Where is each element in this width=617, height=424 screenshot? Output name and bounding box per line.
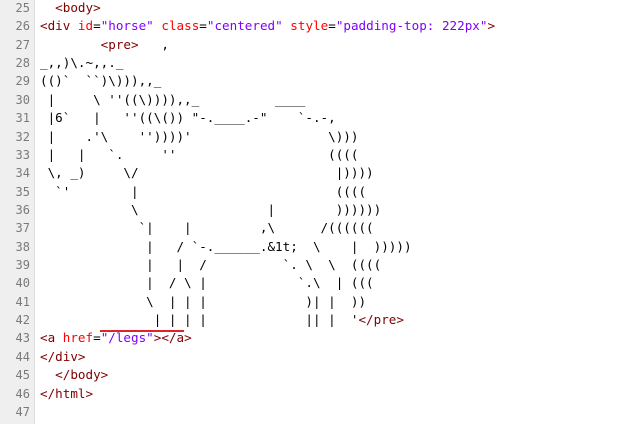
line-number: 26 (15, 19, 30, 34)
code-token-tag: </pre> (358, 312, 404, 328)
line-text: (()` ``)\))),,_ (40, 72, 161, 90)
line-text: \, _) \/ |)))) (40, 164, 374, 182)
code-token-tag: <body> (40, 0, 101, 15)
line-text: <div id="horse" class="centered" style="… (40, 17, 495, 35)
code-token-attr: style (290, 18, 329, 34)
code-token-tag: </div> (40, 348, 86, 364)
line-text: <pre> , (40, 36, 169, 54)
line-text: | | | | || | '</pre> (40, 311, 404, 329)
line-number: 38 (15, 239, 30, 254)
code-token-attr: class (161, 18, 200, 34)
line-text: </html> (40, 385, 93, 403)
code-token-tag: </html> (40, 385, 94, 401)
code-token-art: |6` | ''((\()) "-.____.-" `-.-, (40, 110, 336, 126)
line-text: `' | (((( (40, 183, 366, 201)
code-token-art: | / \ | `.\ | ((( (40, 275, 374, 291)
line-text: | .'\ ''))))' \))) (40, 128, 359, 146)
code-token-art: | .'\ ''))))' \))) (40, 128, 359, 144)
line-number: 46 (15, 386, 30, 401)
code-token-tag: <pre> (100, 36, 139, 52)
code-token-plain: = (199, 18, 207, 34)
line-text: `| | ,\ /(((((( (40, 219, 374, 237)
code-token-art: `| | ,\ /(((((( (40, 220, 374, 236)
line-text: | | `. '' (((( (40, 146, 359, 164)
line-number: 25 (15, 1, 30, 15)
code-token-attr: href (62, 330, 94, 346)
code-token-art: (()` ``)\))),,_ (40, 73, 162, 89)
code-token-art: \ | )))))) (40, 201, 382, 217)
code-token-plain: = (328, 18, 336, 34)
line-text: | / \ | `.\ | ((( (40, 274, 374, 292)
code-token-plain: = (93, 18, 101, 34)
line-number: 33 (15, 147, 30, 162)
code-token-val: "/legs" (100, 330, 154, 346)
code-token-tag: <a (40, 330, 63, 346)
code-token-tag: > (487, 18, 496, 34)
code-token-tag: ></a> (153, 330, 192, 346)
code-token-tag: </body> (40, 367, 109, 383)
line-text: | | / `. \ \ (((( (40, 256, 381, 274)
line-text: </div> (40, 348, 86, 366)
line-number: 31 (15, 111, 30, 126)
line-text: <a href="/legs"></a> (40, 329, 192, 347)
code-token-art: | / `-.______.&1t; \ | ))))) (40, 238, 412, 254)
line-number: 27 (15, 37, 30, 52)
line-number: 36 (15, 202, 30, 217)
line-text: _,,)\.~,,._ (40, 54, 123, 72)
line-number: 35 (15, 184, 30, 199)
code-token-plain: = (93, 330, 101, 346)
line-number: 34 (15, 166, 30, 181)
line-number: 47 (15, 404, 30, 419)
line-number: 40 (15, 276, 30, 291)
code-token-art: \, _) \/ |)))) (40, 165, 374, 181)
line-number: 43 (15, 331, 30, 346)
code-token-art: | | `. '' (((( (40, 146, 359, 162)
code-token-art: , (138, 36, 169, 52)
href-annotation-underline (100, 330, 184, 332)
code-token-val: "centered" (206, 18, 283, 34)
line-text: \ | )))))) (40, 201, 381, 219)
line-number: 45 (15, 368, 30, 383)
code-token-art: | | | | || | ' (40, 312, 359, 328)
line-number: 28 (15, 56, 30, 71)
line-number: 29 (15, 74, 30, 89)
line-text: </body> (40, 366, 108, 384)
code-token-val: "padding-top: 222px" (335, 18, 488, 34)
code-token-art: `' | (((( (40, 183, 367, 199)
line-text: | / `-.______.&1t; \ | ))))) (40, 238, 412, 256)
code-token-art: _,,)\.~,,._ (40, 55, 124, 71)
line-number: 41 (15, 294, 30, 309)
line-text: |6` | ''((\()) "-.____.-" `-.-, (40, 109, 336, 127)
line-number: 44 (15, 349, 30, 364)
line-number: 37 (15, 221, 30, 236)
line-number: 30 (15, 92, 30, 107)
line-number: 42 (15, 313, 30, 328)
line-text: | \ ''((\)))),,_ ____ (40, 91, 306, 109)
code-token-tag: <div (40, 18, 78, 34)
code-token-art: \ | | | )| | )) (40, 293, 367, 309)
code-editor[interactable]: 25 <body> 26 <div id="horse" class="center… (0, 0, 617, 424)
line-number: 39 (15, 258, 30, 273)
code-token-val: "horse" (100, 18, 154, 34)
code-token-art: | | / `. \ \ (((( (40, 257, 382, 273)
line-text: <body> (40, 0, 101, 17)
code-token-art: | \ ''((\)))),,_ ____ (40, 91, 306, 107)
code-token-attr: id (77, 18, 94, 34)
line-number: 32 (15, 129, 30, 144)
line-text: \ | | | )| | )) (40, 293, 366, 311)
